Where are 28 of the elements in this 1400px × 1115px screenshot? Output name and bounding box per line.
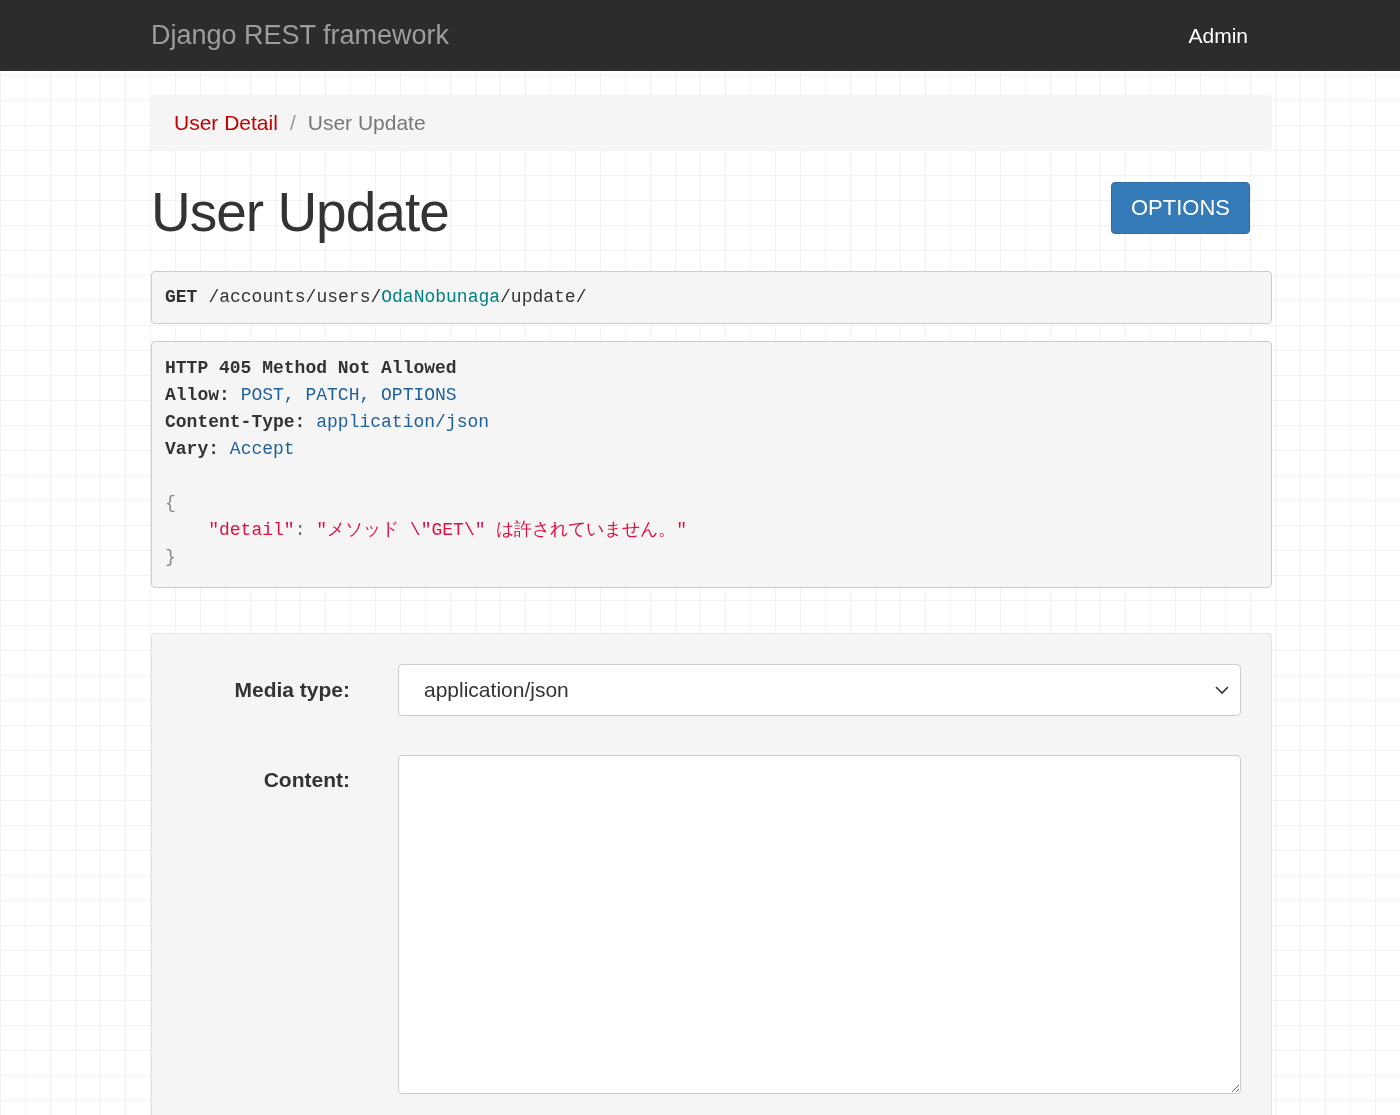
- json-key: "detail": [208, 516, 295, 544]
- json-value: "メソッド \"GET\" は許されていません。": [316, 518, 688, 542]
- field-label: Media type:: [233, 676, 350, 703]
- json-colon: :: [294, 518, 306, 542]
- brace: }: [165, 545, 176, 569]
- header-name: Vary:: [165, 437, 219, 461]
- url-path-text: /accounts/users/: [208, 287, 382, 307]
- header-value: Accept: [229, 437, 295, 461]
- url-path-text: /update/: [500, 287, 587, 307]
- breadcrumb-link[interactable]: User Update: [307, 110, 426, 135]
- options-button[interactable]: OPTIONS: [1111, 182, 1250, 234]
- field-label: Content:: [262, 766, 350, 793]
- url-path-text: OdaNobunaga: [381, 287, 501, 307]
- brand-link[interactable]: Django REST framework: [151, 20, 450, 51]
- brace: {: [165, 491, 176, 515]
- breadcrumb-separator: /: [288, 110, 297, 135]
- header-value: application/json: [316, 410, 490, 434]
- media-type-select[interactable]: application/json: [398, 663, 1241, 716]
- breadcrumb-link[interactable]: User Detail: [174, 110, 278, 135]
- chevron-down-icon: [1214, 684, 1230, 695]
- header-name: Allow:: [165, 383, 230, 407]
- content-textarea[interactable]: [398, 754, 1241, 1094]
- user-link[interactable]: Admin: [1188, 23, 1248, 48]
- header-name: Content-Type:: [165, 410, 306, 434]
- page-title: User Update: [151, 182, 449, 243]
- header-value: POST, PATCH, OPTIONS: [240, 383, 457, 407]
- status-line: HTTP 405 Method Not Allowed: [165, 356, 457, 380]
- request-method: GET: [165, 287, 198, 307]
